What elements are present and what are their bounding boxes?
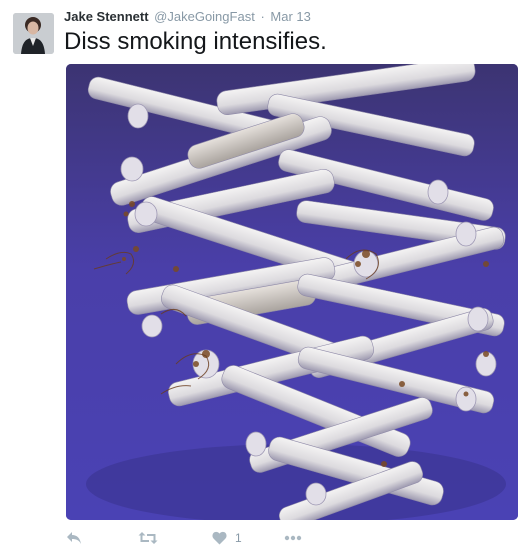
more-dots-icon	[284, 535, 302, 541]
heart-icon	[212, 531, 227, 545]
retweet-button[interactable]	[138, 528, 158, 548]
tweet-timestamp[interactable]: Mar 13	[270, 9, 310, 24]
like-button[interactable]: 1	[212, 528, 242, 548]
tweet-text: Diss smoking intensifies.	[64, 28, 327, 55]
reply-icon	[67, 532, 81, 544]
author-username[interactable]: @JakeGoingFast	[154, 9, 255, 24]
tweet-actions: 1	[64, 528, 524, 548]
reply-button[interactable]	[66, 528, 82, 548]
avatar[interactable]	[13, 13, 54, 54]
more-button[interactable]	[284, 528, 302, 548]
author-fullname[interactable]: Jake Stennett	[64, 9, 149, 24]
tweet-media[interactable]	[66, 64, 518, 520]
tweet: Jake Stennett @JakeGoingFast · Mar 13 Di…	[0, 0, 532, 554]
avatar-image	[13, 13, 54, 54]
tweet-photo	[66, 64, 518, 520]
header-separator: ·	[260, 9, 265, 24]
like-count: 1	[235, 531, 242, 545]
tweet-header: Jake Stennett @JakeGoingFast · Mar 13	[64, 9, 311, 24]
retweet-icon	[138, 532, 158, 544]
